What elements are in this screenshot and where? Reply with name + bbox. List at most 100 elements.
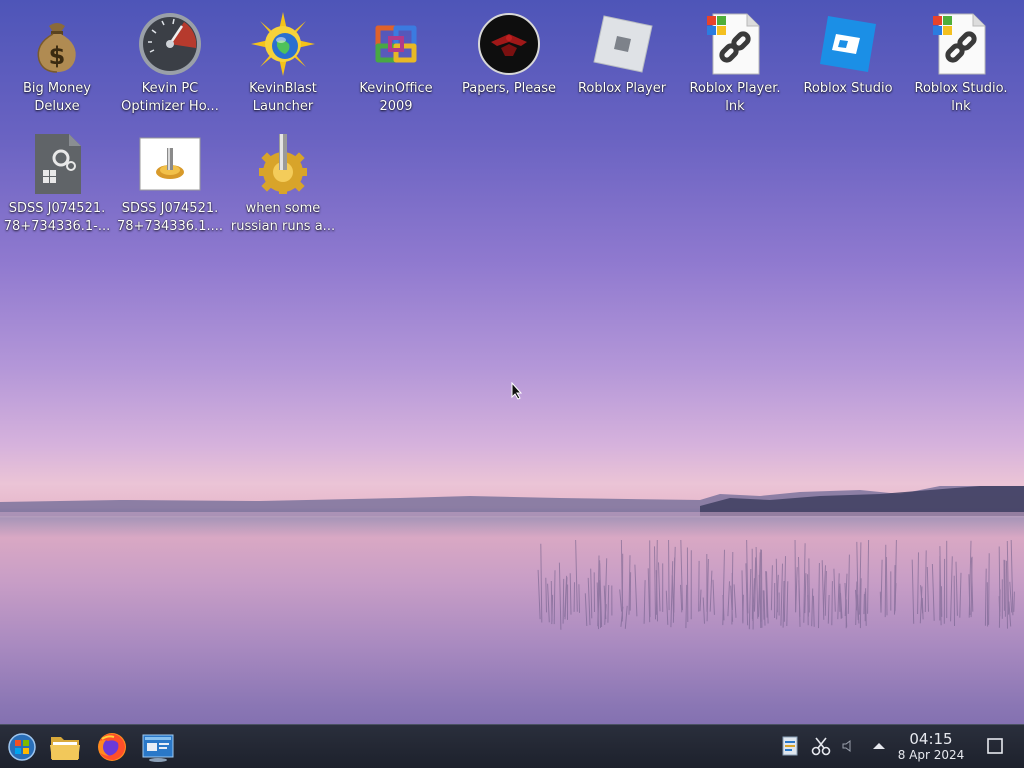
reed-stalk [550, 580, 553, 622]
reed-stalk [812, 595, 815, 627]
reed-stalk [911, 559, 915, 624]
reed-stalk [733, 584, 737, 618]
installer-icon [138, 132, 202, 196]
desktop-icon-roblox-player-lnk[interactable]: Roblox Player. lnk [679, 6, 791, 122]
tray-app-icon[interactable] [779, 735, 801, 757]
desktop-icon-sdss-installer[interactable]: SDSS J074521. 78+734336.1.... [114, 126, 226, 242]
reed-stalk [558, 562, 562, 630]
desktop-icon-label: SDSS J074521. 78+734336.1.... [117, 201, 223, 234]
folder-icon [50, 737, 80, 760]
reed-stalk [926, 566, 929, 612]
windows-orb-icon [8, 733, 36, 761]
desktop-icon-label: KevinBlast Launcher [249, 81, 317, 114]
reed-stalk [634, 564, 638, 617]
svg-text:$: $ [49, 42, 66, 70]
reed-stalk [811, 588, 814, 627]
reed-stalk [847, 554, 850, 614]
reed-stalk [712, 579, 715, 615]
reed-stalk [763, 590, 766, 626]
reed-stalk [654, 546, 656, 620]
tray-document-icon [782, 736, 798, 756]
desktop-icon-sdss-executable[interactable]: SDSS J074521. 78+734336.1-... [1, 126, 113, 242]
sun-globe-icon [251, 12, 315, 76]
reed-stalk [742, 594, 744, 622]
control-panel-button[interactable] [140, 729, 176, 765]
desktop-icon-big-money-deluxe[interactable]: $ Big Money Deluxe [1, 6, 113, 122]
reed-stalk [607, 584, 610, 623]
reed-stalk [770, 565, 773, 611]
reed-stalk [894, 540, 897, 611]
reed-stalk [1009, 581, 1013, 613]
reed-stalk [537, 569, 541, 620]
roblox-studio-icon [816, 12, 880, 76]
office-knot-icon [364, 12, 428, 76]
mouse-cursor-icon [511, 382, 523, 400]
desktop-icon-label: Big Money Deluxe [22, 81, 91, 114]
start-menu-button[interactable] [4, 729, 40, 765]
horizon-hills [0, 486, 1024, 516]
reed-stalk [783, 556, 786, 622]
clock-date: 8 Apr 2024 [897, 748, 965, 762]
reed-stalk [709, 570, 713, 612]
firefox-button[interactable] [94, 729, 130, 765]
reed-stalk [794, 540, 797, 612]
reed-stalk [699, 589, 702, 612]
reed-stalk [685, 584, 688, 629]
tray-clipboard-button[interactable] [810, 735, 832, 757]
reed-stalk [827, 594, 830, 624]
desktop-icon-label: Roblox Studio. lnk [914, 81, 1008, 114]
firefox-icon [98, 733, 126, 761]
desktop-icon-papers-please[interactable]: Papers, Please [453, 6, 565, 122]
tray-expand-button[interactable] [868, 735, 890, 757]
reed-stalk [984, 568, 987, 626]
reed-stalk [665, 590, 669, 625]
desktop-icon-label: when some russian runs a... [230, 201, 336, 234]
reed-stalk [998, 546, 1001, 612]
desktop[interactable]: $ Big Money Deluxe Kevin PC Optimizer Ho… [0, 0, 1024, 768]
reed-stalk [955, 561, 958, 616]
desktop-icon-kevin-pc-optimizer[interactable]: Kevin PC Optimizer Ho... [114, 6, 226, 122]
desktop-icon-kevinoffice-2009[interactable]: KevinOffice 2009 [340, 6, 452, 122]
desktop-icon-kevinblast-launcher[interactable]: KevinBlast Launcher [227, 6, 339, 122]
reed-stalk [545, 577, 547, 613]
reed-stalk [1013, 591, 1015, 612]
reed-stalk [884, 544, 887, 618]
gear-installer-icon [251, 132, 315, 196]
reed-stalk [798, 580, 801, 617]
tray-volume-button[interactable] [836, 735, 858, 757]
reed-stalk [547, 583, 550, 623]
desktop-icon-roblox-studio-lnk[interactable]: Roblox Studio. lnk [905, 6, 1017, 122]
roblox-icon [590, 12, 654, 76]
desktop-icon-label: Kevin PC Optimizer Ho... [121, 81, 219, 114]
reed-stalk [859, 578, 862, 629]
reed-stalk [959, 572, 962, 618]
reed-stalk [917, 552, 919, 615]
reed-stalk [924, 550, 927, 613]
chevron-up-icon [873, 743, 885, 749]
eagle-emblem-icon [477, 12, 541, 76]
desktop-icon-when-some-russian[interactable]: when some russian runs a... [227, 126, 339, 242]
reed-stalk [863, 593, 865, 615]
reed-stalk [931, 563, 935, 621]
reed-stalk [818, 562, 820, 629]
desktop-icon-label: Roblox Player. lnk [689, 81, 781, 114]
desktop-icon-label: Roblox Player [577, 81, 667, 96]
reed-stalk [786, 581, 789, 627]
desktop-icon-roblox-player[interactable]: Roblox Player [566, 6, 678, 122]
control-panel-icon [142, 734, 174, 762]
desktop-icon-label: Roblox Studio [803, 81, 893, 96]
file-manager-button[interactable] [47, 729, 83, 765]
reed-stalk [807, 574, 809, 626]
show-desktop-button[interactable] [984, 735, 1006, 757]
reed-stalk [885, 556, 888, 616]
desktop-icon-roblox-studio[interactable]: Roblox Studio [792, 6, 904, 122]
speaker-icon [842, 740, 851, 752]
desktop-icon-label: KevinOffice 2009 [359, 81, 433, 114]
speedometer-icon [138, 12, 202, 76]
reed-stalk [950, 556, 953, 622]
reed-stalk [553, 570, 556, 625]
reed-stalk [540, 543, 543, 623]
reed-stalk [821, 560, 825, 620]
notification-square-icon [987, 738, 1003, 754]
reed-stalk [865, 588, 867, 626]
